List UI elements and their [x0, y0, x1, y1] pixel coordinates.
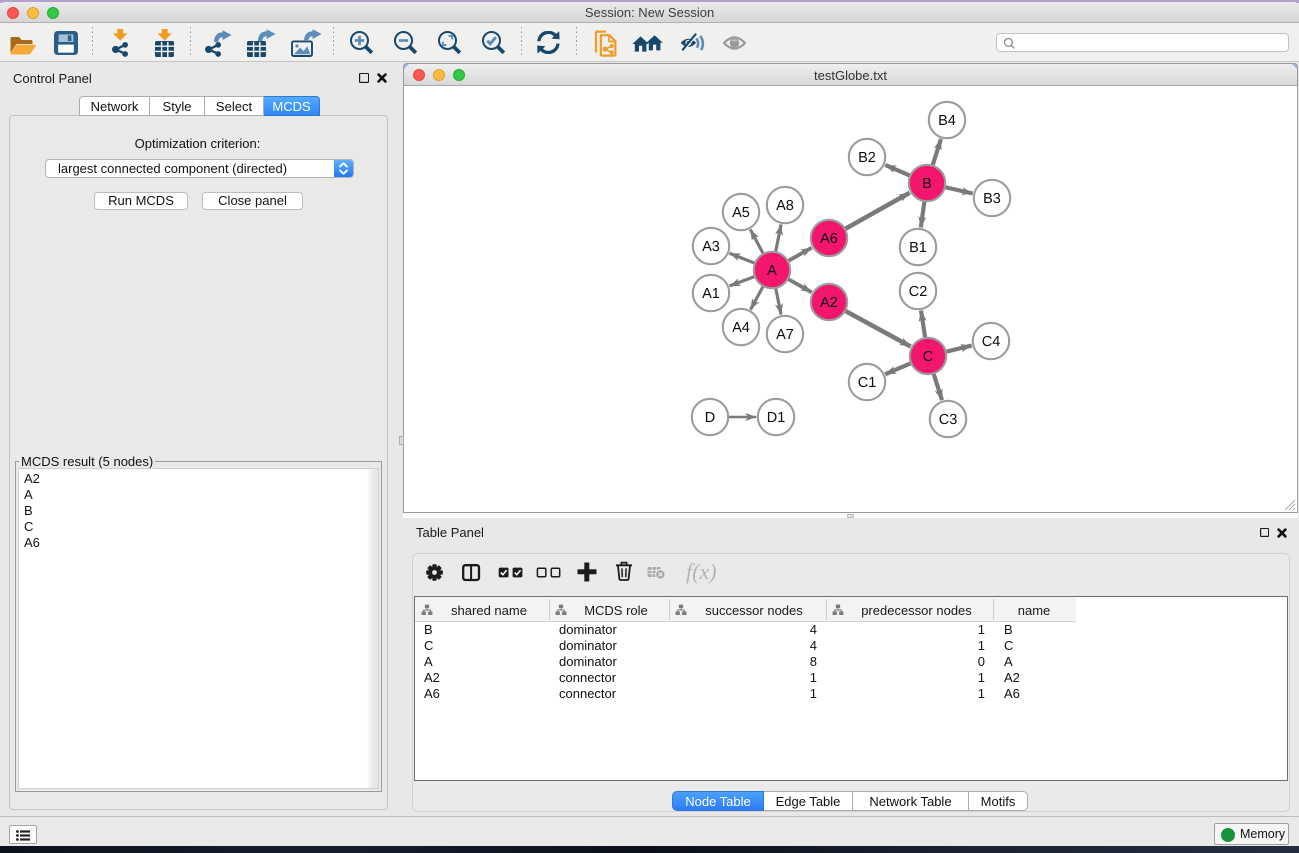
svg-text:B: B — [922, 176, 932, 192]
svg-text:A2: A2 — [820, 295, 838, 311]
svg-text:A: A — [767, 263, 777, 279]
svg-text:C3: C3 — [939, 412, 958, 428]
svg-text:A8: A8 — [776, 198, 794, 214]
svg-text:B4: B4 — [938, 113, 956, 129]
svg-text:A7: A7 — [776, 327, 794, 343]
svg-text:A3: A3 — [702, 239, 720, 255]
svg-text:A1: A1 — [702, 286, 720, 302]
svg-text:C: C — [923, 349, 933, 365]
svg-text:A6: A6 — [820, 231, 838, 247]
svg-text:C2: C2 — [909, 284, 928, 300]
svg-text:D: D — [705, 410, 715, 426]
svg-text:A4: A4 — [732, 320, 750, 336]
svg-text:C4: C4 — [982, 334, 1001, 350]
svg-text:C1: C1 — [858, 375, 877, 391]
svg-text:B1: B1 — [909, 240, 927, 256]
svg-text:A5: A5 — [732, 205, 750, 221]
svg-text:D1: D1 — [767, 410, 786, 426]
svg-text:B2: B2 — [858, 150, 876, 166]
svg-text:B3: B3 — [983, 191, 1001, 207]
